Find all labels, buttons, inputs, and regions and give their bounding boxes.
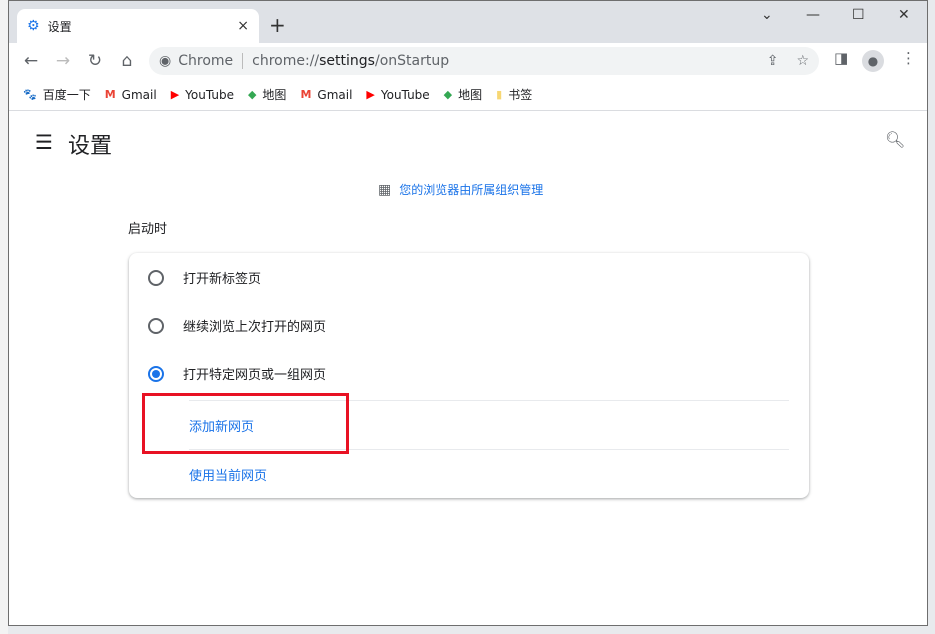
hamburger-menu-icon[interactable]: ☰: [35, 130, 53, 154]
tab-settings[interactable]: ⚙ 设置 ×: [17, 9, 259, 43]
option-label: 打开新标签页: [183, 272, 262, 287]
gmail-icon: M: [104, 88, 116, 101]
address-bar[interactable]: ◉ Chrome chrome://settings/onStartup ⇪ ☆: [149, 47, 819, 75]
menu-dots-icon[interactable]: ⋮: [901, 49, 916, 67]
new-tab-button[interactable]: +: [269, 13, 286, 37]
maps-icon: ◆: [443, 88, 453, 101]
bookmark-item[interactable]: ▮ 书签: [496, 86, 532, 103]
building-icon: ▦: [378, 181, 392, 198]
gmail-icon: M: [300, 88, 312, 101]
radio-button-selected[interactable]: [148, 365, 164, 382]
search-icon[interactable]: 🔍︎: [885, 130, 905, 149]
page-title: 设置: [68, 134, 113, 159]
bookmark-label: 书签: [508, 88, 533, 102]
radio-button[interactable]: [148, 317, 164, 334]
bookmark-label: 百度一下: [42, 88, 91, 102]
bookmarks-bar: 🐾 百度一下 M Gmail ▶ YouTube ◆ 地图 M Gmail ▶ YouTube ◆ 地图 ▮…: [9, 79, 927, 111]
share-icon[interactable]: ⇪: [767, 53, 779, 69]
home-icon[interactable]: ⌂: [111, 51, 143, 71]
settings-page: ☰ 设置 🔍︎ ▦ 您的浏览器由所属组织管理 启动时 打开新标签页 继续浏览上次打…: [9, 112, 927, 625]
close-window-button[interactable]: ✕: [898, 7, 910, 23]
bookmark-item[interactable]: ◆ 地图: [444, 86, 482, 103]
chrome-icon: ◉: [159, 53, 172, 69]
desktop-background: [0, 0, 8, 634]
use-current-pages-link[interactable]: 使用当前网页: [189, 465, 267, 484]
maps-icon: ◆: [247, 88, 257, 101]
bookmark-item[interactable]: ▶ YouTube: [171, 88, 234, 102]
option-label: 继续浏览上次打开的网页: [183, 320, 327, 335]
url-text: chrome://settings/onStartup: [252, 53, 449, 69]
baidu-icon: 🐾: [23, 88, 37, 101]
divider: [242, 53, 244, 69]
folder-icon: ▮: [496, 88, 503, 101]
bookmark-label: YouTube: [185, 87, 234, 102]
bookmark-item[interactable]: ▶ YouTube: [366, 88, 429, 102]
managed-link[interactable]: 您的浏览器由所属组织管理: [399, 181, 543, 198]
site-label: Chrome: [178, 53, 234, 69]
toolbar: ← → ↻ ⌂ ◉ Chrome chrome://settings/onSta…: [9, 43, 927, 79]
youtube-icon: ▶: [170, 88, 180, 101]
radio-option-continue[interactable]: 继续浏览上次打开的网页: [148, 316, 326, 335]
maximize-button[interactable]: ☐: [852, 7, 865, 23]
bookmark-item[interactable]: 🐾 百度一下: [23, 86, 91, 103]
tab-close-button[interactable]: ×: [237, 18, 249, 34]
bookmark-item[interactable]: M Gmail: [105, 88, 157, 102]
reload-icon[interactable]: ↻: [79, 51, 111, 71]
back-icon[interactable]: ←: [15, 51, 47, 71]
radio-option-specific-pages[interactable]: 打开特定网页或一组网页: [148, 364, 326, 383]
bookmark-item[interactable]: M Gmail: [300, 88, 352, 102]
tab-strip: ⚙ 设置 × + ⌄ — ☐ ✕: [9, 1, 927, 43]
section-heading: 启动时: [128, 222, 168, 237]
radio-button[interactable]: [148, 269, 164, 286]
option-label: 打开特定网页或一组网页: [183, 368, 327, 383]
browser-window: ⚙ 设置 × + ⌄ — ☐ ✕ ← → ↻ ⌂ ◉ Chrome chrome…: [8, 0, 928, 626]
highlight-box: [142, 393, 349, 454]
star-icon[interactable]: ☆: [796, 53, 809, 69]
forward-icon[interactable]: →: [47, 51, 79, 71]
minimize-button[interactable]: —: [806, 7, 820, 23]
url-path: /onStartup: [374, 53, 450, 69]
radio-option-new-tab[interactable]: 打开新标签页: [148, 268, 261, 287]
bookmark-label: YouTube: [380, 87, 430, 102]
managed-notice[interactable]: ▦ 您的浏览器由所属组织管理: [378, 181, 543, 198]
url-prefix: chrome://: [252, 53, 320, 69]
url-host: settings: [319, 53, 375, 69]
youtube-icon: ▶: [366, 88, 375, 101]
bookmark-label: 地图: [458, 88, 483, 102]
startup-card: 打开新标签页 继续浏览上次打开的网页 打开特定网页或一组网页 添加新网页 使用当…: [129, 253, 809, 498]
bookmark-label: Gmail: [317, 87, 353, 102]
tab-search-button[interactable]: ⌄: [761, 7, 773, 23]
profile-avatar-icon[interactable]: ●: [862, 50, 884, 72]
bookmark-label: 地图: [262, 88, 287, 102]
gear-icon: ⚙: [27, 18, 40, 34]
tab-title: 设置: [47, 19, 72, 34]
side-panel-icon[interactable]: ◨: [834, 49, 848, 67]
bookmark-item[interactable]: ◆ 地图: [248, 86, 286, 103]
bookmark-label: Gmail: [121, 87, 157, 102]
